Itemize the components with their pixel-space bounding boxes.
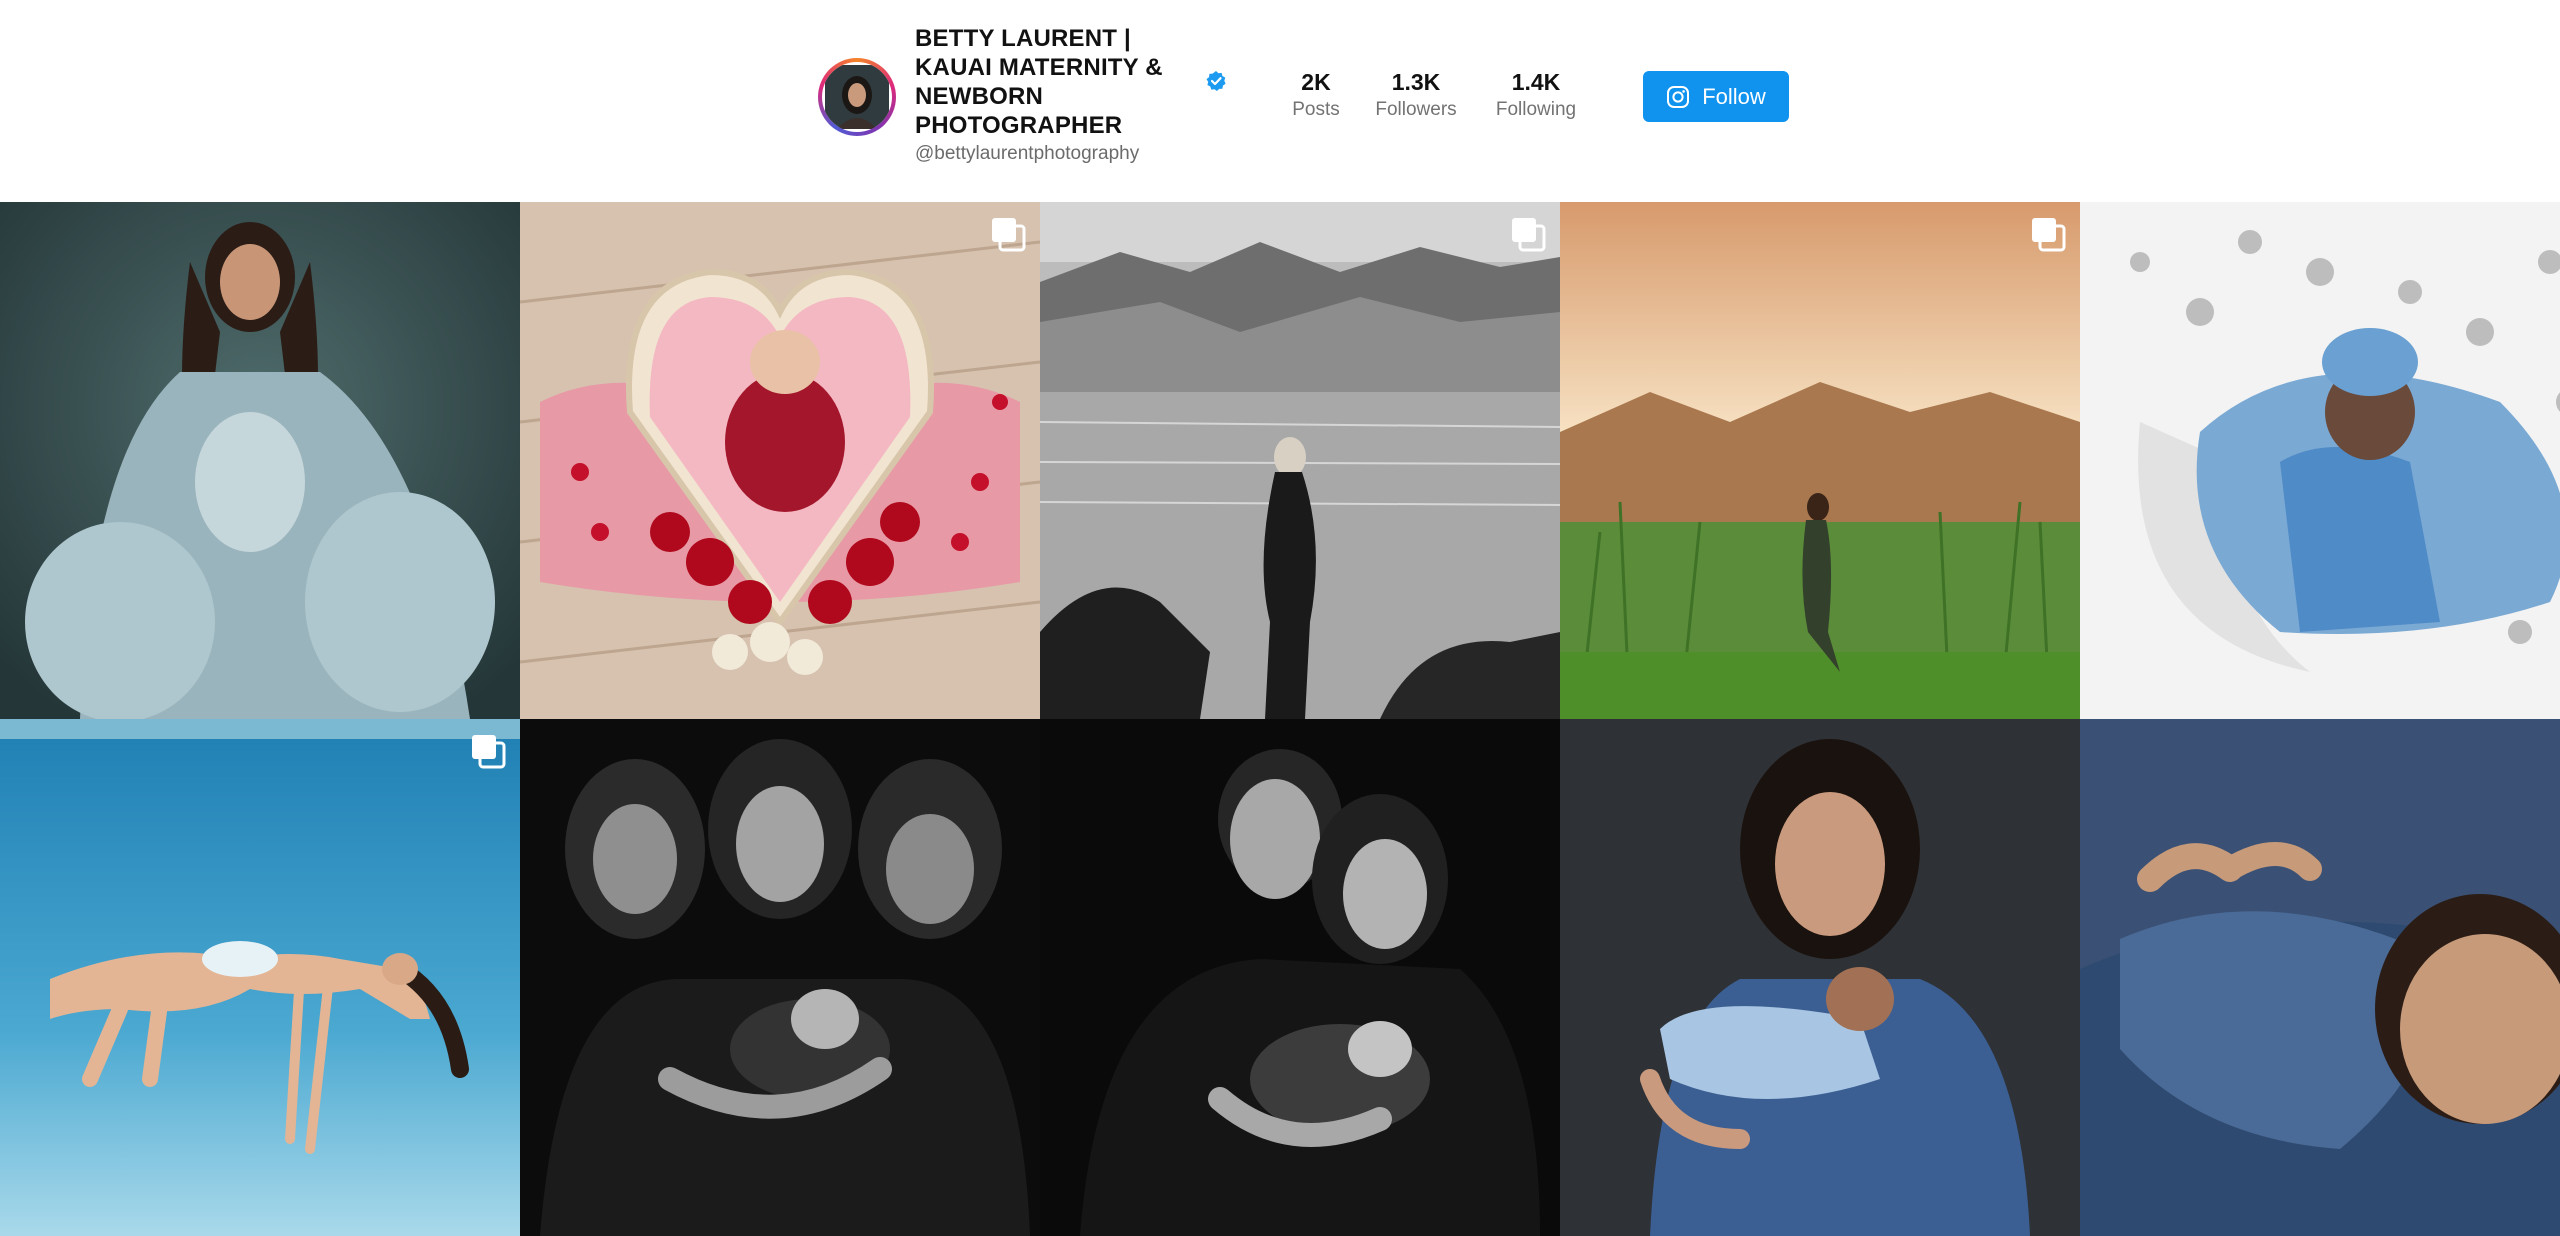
post-tile[interactable] — [1560, 202, 2080, 719]
posts-grid — [0, 202, 2560, 1236]
post-tile[interactable] — [1560, 719, 2080, 1236]
multiple-photos-icon — [2032, 218, 2066, 252]
post-image — [2080, 719, 2560, 1236]
profile-handle[interactable]: @bettylaurentphotography — [915, 143, 1139, 165]
post-tile[interactable] — [0, 202, 520, 719]
verified-badge-icon — [1206, 71, 1226, 91]
instagram-icon — [1667, 85, 1690, 108]
follow-button[interactable]: Follow — [1643, 71, 1789, 122]
multiple-photos-icon — [1512, 218, 1546, 252]
post-image — [1560, 719, 2080, 1236]
stat-value: 2K — [1301, 69, 1331, 95]
post-tile[interactable] — [2080, 719, 2560, 1236]
follow-label: Follow — [1702, 83, 1766, 109]
stat-label: Following — [1495, 99, 1577, 120]
multiple-photos-icon — [472, 735, 506, 769]
post-image — [520, 202, 1040, 719]
post-image — [1040, 202, 1560, 719]
post-tile[interactable] — [520, 202, 1040, 719]
post-image — [1040, 719, 1560, 1236]
post-image — [520, 719, 1040, 1236]
stat-label: Followers — [1375, 99, 1457, 120]
post-tile[interactable] — [520, 719, 1040, 1236]
multiple-photos-icon — [992, 218, 1026, 252]
post-tile[interactable] — [1040, 202, 1560, 719]
post-image — [1560, 202, 2080, 719]
following-count[interactable]: 1.4K Following — [1484, 68, 1588, 124]
followers-count[interactable]: 1.3K Followers — [1366, 68, 1466, 124]
post-tile[interactable] — [1040, 719, 1560, 1236]
post-image — [0, 202, 520, 719]
profile-photo — [822, 62, 892, 132]
post-tile[interactable] — [0, 719, 520, 1236]
stat-value: 1.4K — [1511, 69, 1561, 95]
post-tile[interactable] — [2080, 202, 2560, 719]
avatar[interactable] — [818, 58, 896, 136]
stat-label: Posts — [1292, 99, 1340, 120]
profile-name: BETTY LAURENT | KAUAI MATERNITY & NEWBOR… — [915, 25, 1163, 139]
post-image — [2080, 202, 2560, 719]
post-image — [0, 719, 520, 1236]
posts-count[interactable]: 2K Posts — [1276, 68, 1356, 124]
stat-value: 1.3K — [1391, 69, 1441, 95]
profile-header: BETTY LAURENT | KAUAI MATERNITY & NEWBOR… — [0, 0, 2560, 202]
